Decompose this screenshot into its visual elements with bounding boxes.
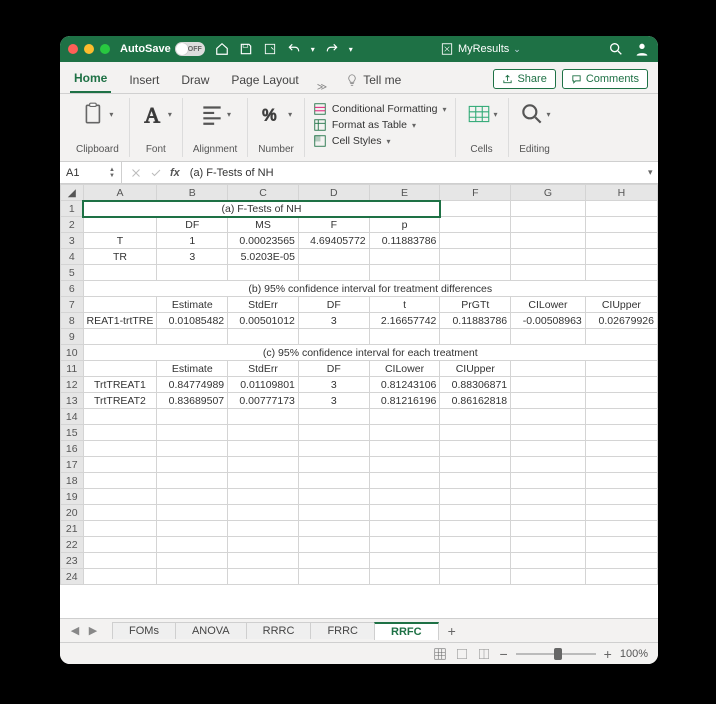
ribbon: ▾ Clipboard A ▾ Font ▾ Alignment % ▾ Num… [60,94,658,162]
autosave-toggle[interactable]: AutoSave OFF [120,42,205,56]
group-clipboard: ▾ Clipboard [66,98,130,157]
sheet-tab-active[interactable]: RRFC [374,622,439,640]
autosave-label: AutoSave [120,43,171,55]
sheet-prev-icon[interactable]: ◀ [66,624,84,637]
page-layout-view-icon[interactable] [455,647,469,661]
app-window: AutoSave OFF ▾ ▾ MyResults ⌄ Home Insert… [60,36,658,664]
tab-page-layout[interactable]: Page Layout [227,67,302,93]
col-header[interactable]: F [440,185,511,201]
formula-bar: A1 ▲▼ fx (a) F-Tests of NH ▾ [60,162,658,184]
tab-insert[interactable]: Insert [125,67,163,93]
sheet-tab[interactable]: ANOVA [175,622,247,639]
row-header[interactable]: 1 [61,201,84,217]
col-header[interactable]: B [157,185,228,201]
comments-button[interactable]: Comments [562,69,648,89]
tab-draw[interactable]: Draw [177,67,213,93]
col-header[interactable]: D [298,185,369,201]
save-icon[interactable] [239,42,253,56]
cells-button[interactable]: ▾ [466,100,498,128]
col-header[interactable]: A [83,185,157,201]
formula-input[interactable]: (a) F-Tests of NH [186,167,648,179]
paste-button[interactable]: ▾ [81,100,113,128]
normal-view-icon[interactable] [433,647,447,661]
search-icon[interactable] [608,41,624,57]
group-cells: ▾ Cells [456,98,509,157]
share-button[interactable]: Share [493,69,555,89]
close-icon[interactable] [68,44,78,54]
excel-doc-icon [440,42,454,56]
user-icon[interactable] [634,41,650,57]
edit-icon[interactable] [263,42,277,56]
col-header[interactable]: G [511,185,586,201]
format-as-table-button[interactable]: Format as Table ▾ [313,118,447,132]
undo-icon[interactable] [287,42,301,56]
bulb-icon [345,73,359,87]
zoom-icon[interactable] [100,44,110,54]
group-styles: Conditional Formatting ▾ Format as Table… [305,98,456,157]
svg-text:A: A [144,104,160,128]
col-header[interactable]: E [369,185,440,201]
titlebar: AutoSave OFF ▾ ▾ MyResults ⌄ [60,36,658,62]
cell[interactable]: (a) F-Tests of NH [83,201,440,217]
cancel-icon[interactable] [130,167,142,179]
cell-styles-button[interactable]: Cell Styles ▾ [313,134,447,148]
doc-title[interactable]: MyResults [458,43,509,55]
group-number: % ▾ Number [248,98,305,157]
status-bar: − + 100% [60,642,658,664]
confirm-icon[interactable] [150,167,162,179]
ribbon-tabs: Home Insert Draw Page Layout ≫ Tell me S… [60,62,658,94]
alignment-button[interactable]: ▾ [199,100,231,128]
sheet-next-icon[interactable]: ▶ [84,624,102,637]
group-editing: ▾ Editing [509,98,561,157]
spreadsheet-grid[interactable]: ◢ A B C D E F G H 1(a) F-Tests of NH 2DF… [60,184,658,618]
sheet-tabs: ◀ ▶ FOMs ANOVA RRRC FRRC RRFC + [60,618,658,642]
fx-label: fx [170,167,180,179]
redo-icon[interactable] [325,42,339,56]
sheet-tab[interactable]: FOMs [112,622,176,639]
group-alignment: ▾ Alignment [183,98,248,157]
sheet-tab[interactable]: RRRC [246,622,312,639]
name-box[interactable]: A1 ▲▼ [60,162,122,183]
font-button[interactable]: A ▾ [140,100,172,128]
editing-button[interactable]: ▾ [519,100,551,128]
zoom-out-button[interactable]: − [499,646,507,662]
more-tabs-icon[interactable]: ≫ [317,82,327,93]
share-icon [502,74,513,85]
home-icon[interactable] [215,42,229,56]
comment-icon [571,74,582,85]
add-sheet-button[interactable]: + [438,621,466,641]
zoom-in-button[interactable]: + [604,646,612,662]
col-header[interactable]: H [585,185,657,201]
group-font: A ▾ Font [130,98,183,157]
conditional-formatting-button[interactable]: Conditional Formatting ▾ [313,102,447,116]
col-header[interactable]: C [228,185,299,201]
svg-text:%: % [262,107,276,125]
sheet-tab[interactable]: FRRC [310,622,375,639]
minimize-icon[interactable] [84,44,94,54]
expand-formula-icon[interactable]: ▾ [648,167,658,178]
zoom-slider[interactable] [516,653,596,655]
select-all[interactable]: ◢ [61,185,84,201]
tab-home[interactable]: Home [70,65,111,93]
page-break-view-icon[interactable] [477,647,491,661]
tell-me[interactable]: Tell me [341,67,405,93]
number-button[interactable]: % ▾ [260,100,292,128]
zoom-level[interactable]: 100% [620,648,648,660]
